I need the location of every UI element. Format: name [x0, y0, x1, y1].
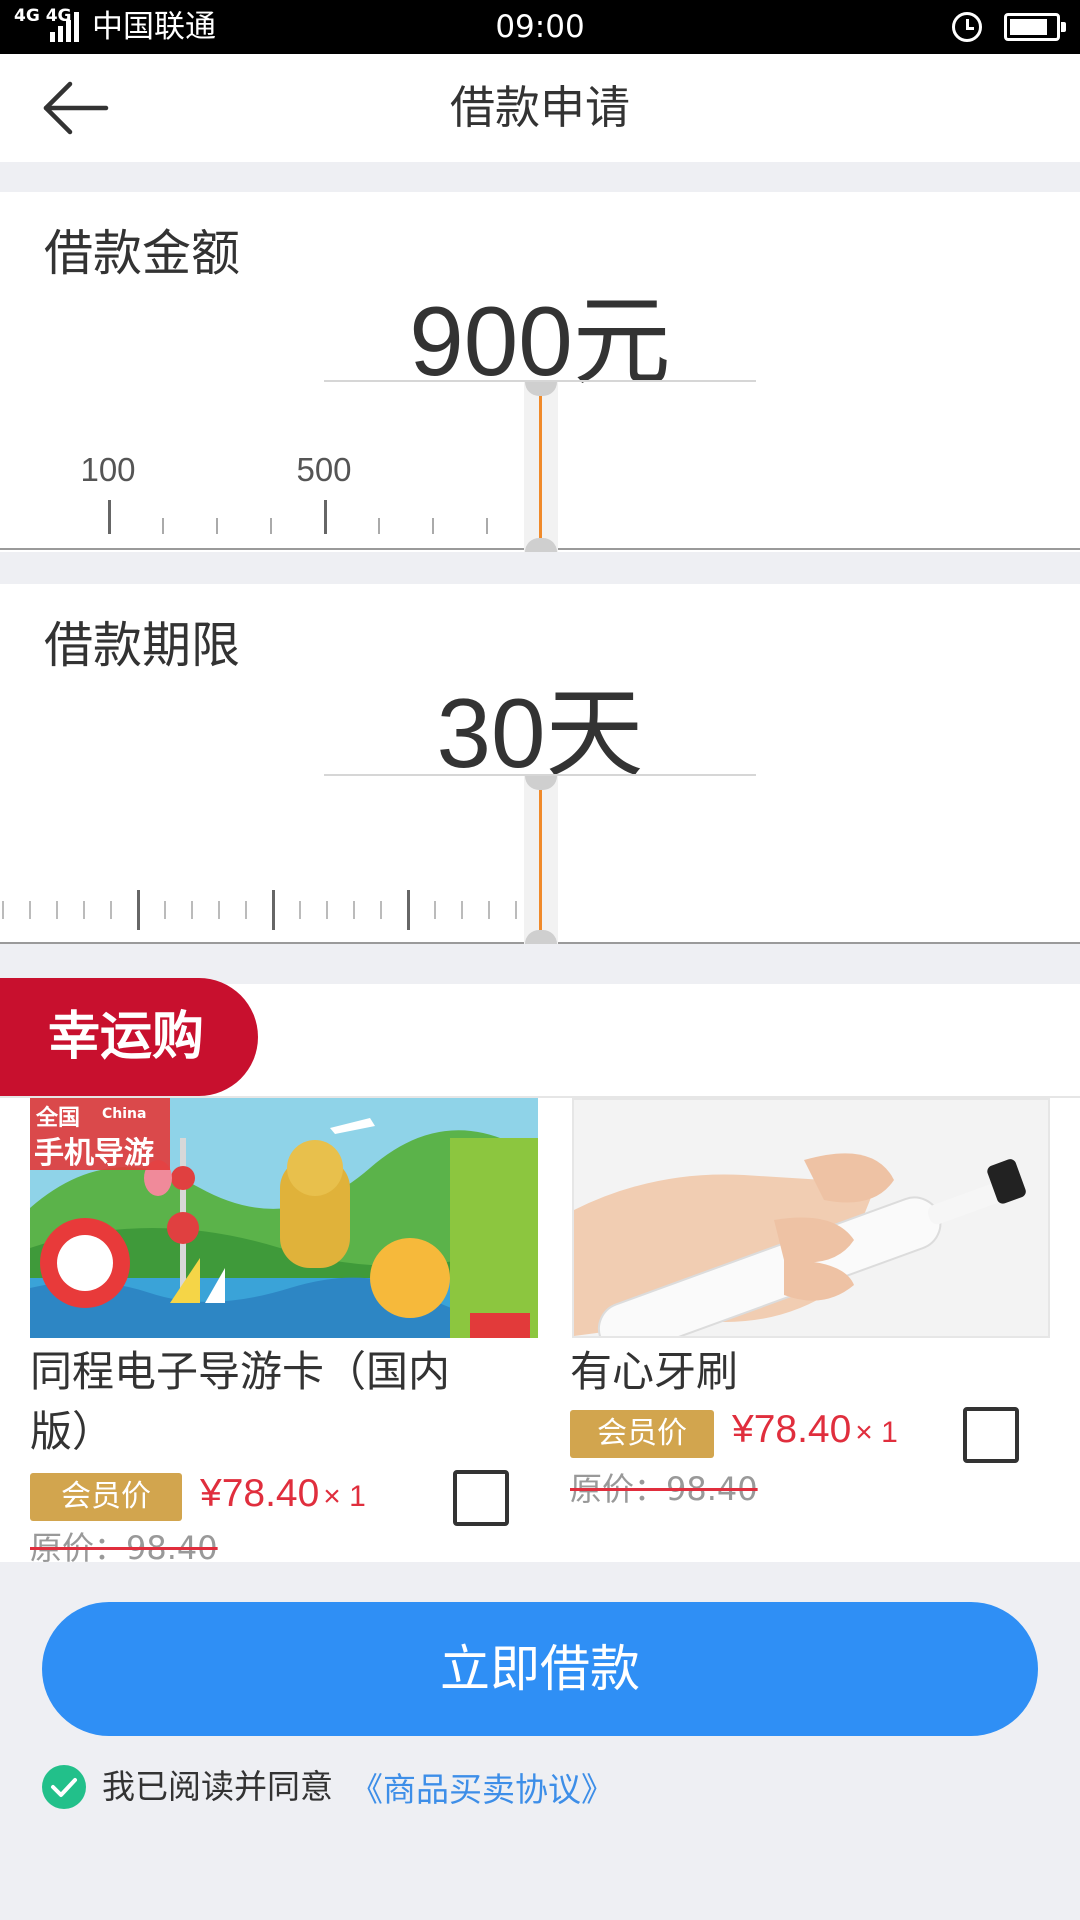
ruler-minor-tick: [461, 901, 463, 919]
ruler-minor-tick: [245, 901, 247, 919]
product-checkbox[interactable]: [963, 1407, 1019, 1463]
price-qty: × 1: [855, 1416, 898, 1449]
loan-term-value: 30天: [436, 678, 644, 788]
ruler-major-tick: [324, 500, 327, 534]
loan-amount-label: 借款金额: [44, 225, 241, 282]
overflow-clip: 原价：98.40: [0, 1528, 540, 1562]
term-slider-handle[interactable]: [524, 776, 558, 944]
product-price: ¥78.40 × 1: [200, 1470, 366, 1521]
ruler-minor-tick: [434, 901, 436, 919]
ruler-minor-tick: [191, 901, 193, 919]
ruler-minor-tick: [270, 518, 272, 534]
battery-icon: [1004, 13, 1066, 41]
page-title: 借款申请: [449, 81, 630, 134]
ruler-minor-tick: [218, 901, 220, 919]
ruler-minor-tick: [164, 901, 166, 919]
agreement-link[interactable]: 《商品买卖协议》: [350, 1767, 614, 1813]
price-qty: × 1: [323, 1480, 366, 1513]
ruler-major-tick: [108, 500, 111, 534]
member-price-tag: 会员价: [30, 1473, 182, 1521]
ruler-minor-tick: [29, 901, 31, 919]
price-value: ¥78.40: [200, 1472, 320, 1515]
ruler-major-tick: [407, 890, 410, 930]
agree-text: 我已阅读并同意: [102, 1767, 333, 1806]
price-value: ¥78.40: [732, 1408, 852, 1451]
alarm-icon: [952, 12, 982, 42]
toothbrush-illustration: [574, 1100, 1048, 1336]
app-header: 借款申请: [0, 54, 1080, 162]
ruler-label: 100: [80, 452, 136, 488]
ruler-minor-tick: [83, 901, 85, 919]
original-price: 原价：98.40: [570, 1470, 758, 1508]
ruler-minor-tick: [162, 518, 164, 534]
ruler-minor-tick: [56, 901, 58, 919]
product-price: ¥78.40 × 1: [732, 1406, 898, 1457]
agree-check-icon[interactable]: [42, 1765, 86, 1809]
ruler-minor-tick: [216, 518, 218, 534]
ruler-minor-tick: [299, 901, 301, 919]
ruler-minor-tick: [110, 901, 112, 919]
product-name: 同程电子导游卡（国内版）: [30, 1347, 451, 1456]
amount-slider-handle[interactable]: [524, 382, 558, 552]
loan-term-label: 借款期限: [44, 617, 241, 674]
borrow-now-button[interactable]: 立即借款: [42, 1602, 1038, 1736]
product-image-guide-card[interactable]: 全国 China 手机导游: [30, 1098, 538, 1338]
ruler-major-tick: [272, 890, 275, 930]
ruler-minor-tick: [2, 901, 4, 919]
ruler-minor-tick: [488, 901, 490, 919]
product-image-toothbrush[interactable]: [572, 1098, 1050, 1338]
product-name: 有心牙刷: [570, 1347, 739, 1396]
ruler-minor-tick: [432, 518, 434, 534]
ruler-major-tick: [137, 890, 140, 930]
member-price-tag: 会员价: [570, 1410, 714, 1458]
ruler-minor-tick: [515, 901, 517, 919]
original-price: 原价：98.40: [30, 1529, 218, 1562]
ruler-minor-tick: [486, 518, 488, 534]
ruler-label: 500: [296, 452, 352, 488]
loan-term-card: 借款期限 30天: [0, 584, 1080, 944]
lucky-buy-badge: 幸运购: [0, 978, 258, 1096]
clock: 09:00: [495, 9, 585, 45]
ruler-minor-tick: [326, 901, 328, 919]
ruler-minor-tick: [378, 518, 380, 534]
guide-card-image-text: China: [102, 1106, 147, 1122]
product-checkbox[interactable]: [453, 1470, 509, 1526]
guide-card-image-text: 手机导游: [34, 1136, 154, 1171]
ruler-minor-tick: [380, 901, 382, 919]
status-bar: 4G 4G 中国联通 09:00: [0, 0, 1080, 54]
loan-amount-card: 借款金额 900元 100 500: [0, 192, 1080, 552]
ruler-minor-tick: [353, 901, 355, 919]
